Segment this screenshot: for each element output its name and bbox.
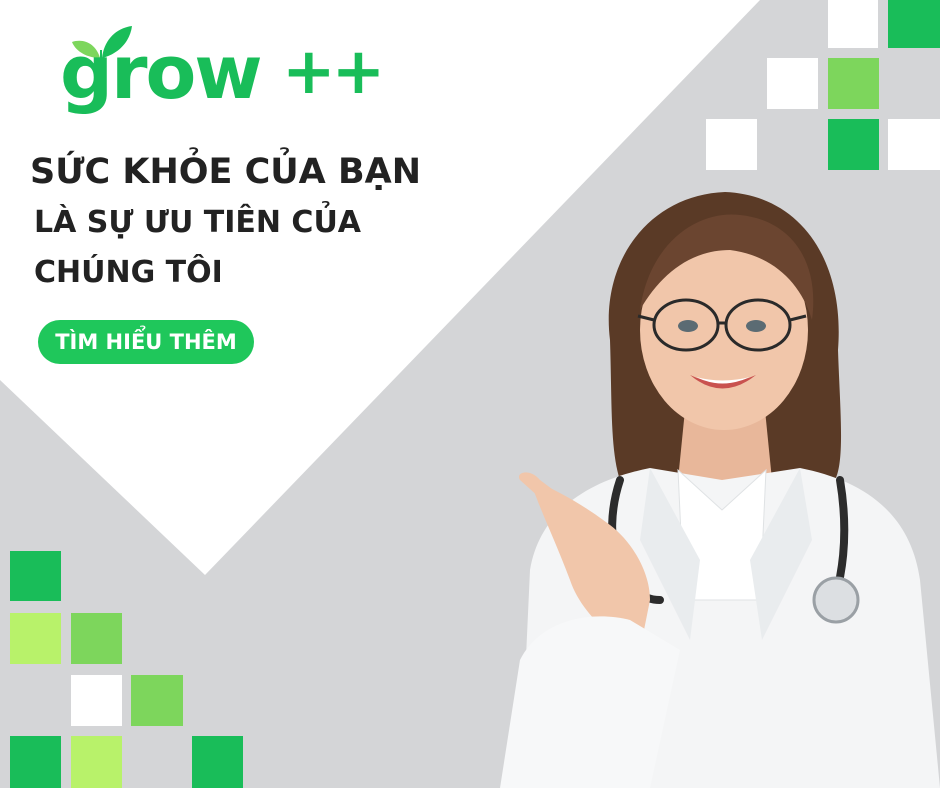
square-tile: [71, 736, 122, 788]
brand-name: grow: [60, 30, 263, 116]
square-tile: [888, 119, 940, 170]
brand-suffix: ++: [282, 35, 385, 109]
square-tile: [10, 551, 61, 601]
headline-line-2: LÀ SỰ ƯU TIÊN CỦA: [34, 205, 362, 240]
square-tile: [767, 58, 818, 109]
square-tile: [10, 613, 61, 664]
square-tile: [71, 675, 122, 726]
square-tile: [828, 58, 879, 109]
doctor-illustration: [500, 192, 940, 788]
square-tile: [192, 736, 243, 788]
headline-line-3: CHÚNG TÔI: [34, 255, 223, 290]
square-tile: [131, 675, 183, 726]
banner: grow ++ SỨC KHỎE CỦA BẠN LÀ SỰ ƯU TIÊN C…: [0, 0, 940, 788]
square-tile: [828, 119, 879, 170]
learn-more-button[interactable]: TÌM HIỂU THÊM: [38, 320, 254, 364]
square-tile: [888, 0, 940, 48]
square-tile: [706, 119, 757, 170]
brand-logo[interactable]: grow ++: [60, 18, 390, 128]
square-tile: [828, 0, 878, 48]
square-tile: [10, 736, 61, 788]
headline-line-1: SỨC KHỎE CỦA BẠN: [30, 152, 422, 192]
square-tile: [71, 613, 122, 664]
